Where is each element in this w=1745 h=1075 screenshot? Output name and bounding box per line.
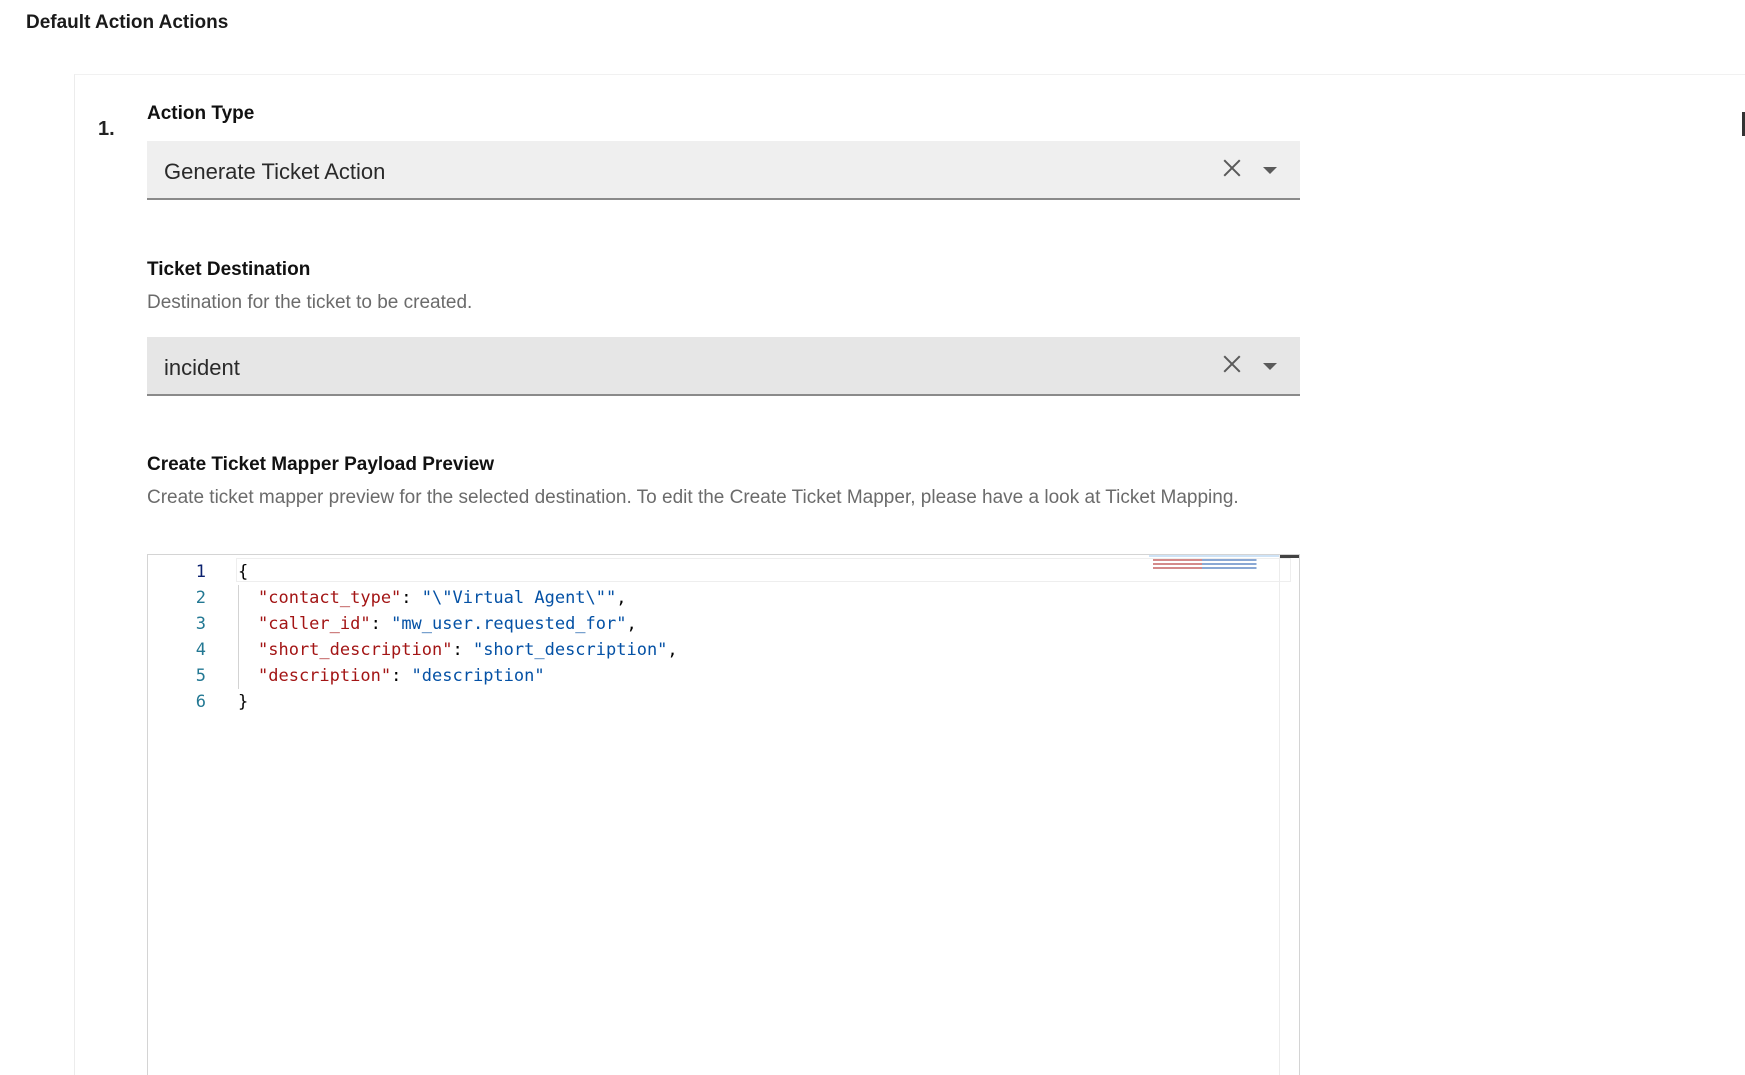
- code-content[interactable]: { "contact_type": "\"Virtual Agent\"", "…: [238, 559, 678, 715]
- ticket-destination-select[interactable]: incident: [147, 337, 1300, 396]
- json-separator: :: [452, 640, 473, 660]
- code-line: "caller_id": "mw_user.requested_for",: [238, 611, 678, 637]
- payload-preview-description: Create ticket mapper preview for the sel…: [147, 487, 1239, 508]
- minimap-line: [1153, 563, 1275, 565]
- code-line: {: [238, 559, 678, 585]
- editor-scrollbar[interactable]: [1279, 555, 1299, 1075]
- line-number: 5: [195, 666, 206, 686]
- json-key: "description": [258, 666, 392, 686]
- page: Default Action Actions 1. Action Type Ge…: [0, 0, 1745, 1075]
- code-line: "contact_type": "\"Virtual Agent\"",: [238, 585, 678, 611]
- line-number: 1: [195, 562, 206, 582]
- close-brace: }: [238, 692, 249, 712]
- json-value: "mw_user.requested_for": [391, 614, 627, 634]
- json-key: "caller_id": [258, 614, 371, 634]
- line-number: 4: [195, 640, 206, 660]
- json-separator: :: [401, 588, 422, 608]
- line-number: 2: [195, 588, 206, 608]
- indent-guide: [238, 585, 258, 611]
- ticket-destination-value: incident: [164, 355, 240, 380]
- close-icon[interactable]: [1221, 353, 1243, 375]
- code-line: "short_description": "short_description"…: [238, 637, 678, 663]
- action-item-number: 1.: [98, 118, 115, 140]
- payload-preview-label: Create Ticket Mapper Payload Preview: [147, 454, 495, 475]
- json-value: "\"Virtual Agent\"": [421, 588, 617, 608]
- editor-minimap[interactable]: [1149, 555, 1279, 577]
- close-icon[interactable]: [1221, 157, 1243, 179]
- json-value: "short_description": [472, 640, 668, 660]
- chevron-down-icon[interactable]: [1263, 363, 1277, 370]
- open-brace: {: [238, 562, 249, 582]
- indent-guide: [238, 637, 258, 663]
- indent-guide: [238, 663, 258, 689]
- json-separator: :: [370, 614, 392, 634]
- json-key: "short_description": [258, 640, 453, 660]
- action-type-label: Action Type: [147, 103, 255, 124]
- indent-guide: [238, 611, 258, 637]
- action-type-value: Generate Ticket Action: [164, 159, 386, 184]
- minimap-line: [1153, 559, 1275, 561]
- line-number-gutter: 1 2 3 4 5 6: [148, 559, 206, 715]
- section-title: Default Action Actions: [26, 12, 229, 33]
- chevron-down-icon[interactable]: [1263, 167, 1277, 174]
- action-type-select[interactable]: Generate Ticket Action: [147, 141, 1300, 200]
- code-line: }: [238, 689, 678, 715]
- code-line: "description": "description": [238, 663, 678, 689]
- ticket-destination-description: Destination for the ticket to be created…: [147, 292, 473, 313]
- json-separator: :: [391, 666, 412, 686]
- json-key: "contact_type": [258, 588, 402, 608]
- line-number: 3: [195, 614, 206, 634]
- json-value: "description": [411, 666, 545, 686]
- json-comma: ,: [616, 588, 627, 608]
- ticket-destination-label: Ticket Destination: [147, 259, 311, 280]
- json-code-editor[interactable]: 1 2 3 4 5 6 { "contact_type": "\"Virtual…: [147, 554, 1300, 1075]
- line-number: 6: [195, 692, 206, 712]
- json-comma: ,: [626, 614, 637, 634]
- json-comma: ,: [667, 640, 678, 660]
- minimap-line: [1153, 567, 1275, 569]
- scrollbar-thumb[interactable]: [1280, 555, 1299, 558]
